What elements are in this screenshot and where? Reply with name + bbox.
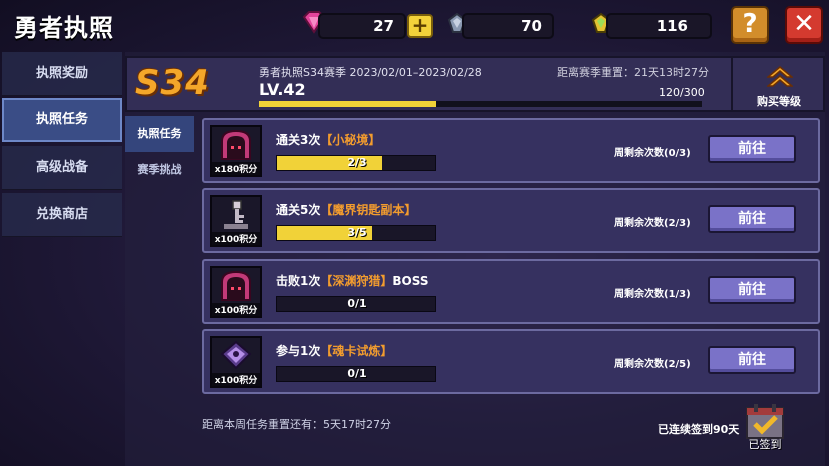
task-target: 【深渊狩猎】 [320, 274, 393, 288]
help-button[interactable]: ? [731, 6, 769, 44]
add-gems-button[interactable]: + [407, 14, 433, 38]
task-progress-bar: 3/5 [276, 225, 436, 241]
chevron-up-icon [767, 66, 793, 87]
go-button[interactable]: 前往 [708, 135, 796, 163]
task-card: x100积分 击败1次【深渊狩猎】BOSS 0/1 周剩余次数(1/3) 前往 [202, 259, 820, 324]
crystal-count: 70 [521, 17, 542, 35]
season-badge: S34 [135, 63, 210, 103]
left-nav: 执照奖励 执照任务 高级战备 兑换商店 [0, 52, 123, 466]
task-description: 通关5次【魔界钥匙副本】 [276, 201, 416, 218]
subtab-season-challenge[interactable]: 赛季挑战 [125, 152, 194, 188]
nav-item-license-rewards[interactable]: 执照奖励 [2, 52, 122, 96]
task-suffix: BOSS [392, 274, 429, 288]
crystal-counter: 70 [462, 13, 554, 39]
xp-bar [259, 101, 702, 107]
task-progress-text: 0/1 [347, 297, 367, 310]
subtab-license-tasks[interactable]: 执照任务 [125, 116, 194, 152]
weekly-remaining: 周剩余次数(2/5) [614, 359, 691, 370]
main-panel: S34 勇者执照S34赛季 2023/02/01–2023/02/28 距离赛季… [125, 52, 825, 466]
task-target: 【魂卡试炼】 [320, 344, 393, 358]
task-target: 【魔界钥匙副本】 [320, 203, 417, 217]
nav-item-advanced-prep[interactable]: 高级战备 [2, 146, 122, 190]
soul-card-icon [220, 340, 252, 370]
buy-level-label: 购买等级 [757, 95, 801, 108]
task-progress-text: 3/5 [347, 226, 367, 239]
level-label: LV.42 [259, 80, 306, 99]
close-button[interactable]: ✕ [785, 6, 823, 44]
task-icon-frame: x180积分 [210, 125, 262, 177]
top-bar: 勇者执照 27 + 70 116 ? ✕ [0, 0, 829, 52]
weekly-reset-countdown: 距离本周任务重置还有：5天17时27分 [202, 418, 391, 431]
key-icon [224, 200, 248, 229]
task-card: x100积分 参与1次【魂卡试炼】 0/1 周剩余次数(2/5) 前往 [202, 329, 820, 394]
task-progress-text: 2/3 [347, 156, 367, 169]
task-points: x100积分 [212, 232, 260, 245]
task-action: 击败1次 [276, 274, 321, 288]
go-button[interactable]: 前往 [708, 205, 796, 233]
page-title: 勇者执照 [14, 14, 114, 42]
gem-count: 27 [373, 17, 394, 35]
task-progress-bar: 2/3 [276, 155, 436, 171]
xp-text: 120/300 [659, 86, 705, 99]
xp-bar-fill [259, 101, 437, 107]
task-action: 通关3次 [276, 133, 321, 147]
task-action: 参与1次 [276, 344, 321, 358]
nav-item-exchange-shop[interactable]: 兑换商店 [2, 193, 122, 237]
go-button[interactable]: 前往 [708, 276, 796, 304]
task-icon-frame: x100积分 [210, 266, 262, 318]
task-progress-text: 0/1 [347, 367, 367, 380]
weekly-remaining: 周剩余次数(2/3) [614, 218, 691, 229]
task-card: x180积分 通关3次【小秘境】 2/3 周剩余次数(0/3) 前往 [202, 118, 820, 183]
season-countdown: 距离赛季重置：21天13时27分 [557, 66, 709, 79]
task-icon-frame: x100积分 [210, 195, 262, 247]
task-icon-frame: x100积分 [210, 336, 262, 388]
task-points: x180积分 [212, 162, 260, 175]
signin-button-label: 已签到 [748, 438, 782, 451]
monster-portal-icon [221, 129, 251, 160]
task-progress-bar: 0/1 [276, 296, 436, 312]
task-progress-bar: 0/1 [276, 366, 436, 382]
task-points: x100积分 [212, 303, 260, 316]
signin-button[interactable]: 已签到 [743, 402, 787, 454]
task-description: 通关3次【小秘境】 [276, 131, 380, 148]
buy-level-button[interactable]: 购买等级 [731, 58, 823, 110]
nav-item-license-tasks[interactable]: 执照任务 [2, 98, 122, 142]
season-name: 勇者执照S34赛季 2023/02/01–2023/02/28 [259, 66, 482, 79]
task-description: 参与1次【魂卡试炼】 [276, 342, 392, 359]
monster-portal-icon [221, 270, 251, 301]
season-header: S34 勇者执照S34赛季 2023/02/01–2023/02/28 距离赛季… [125, 56, 825, 112]
task-card: x100积分 通关5次【魔界钥匙副本】 3/5 周剩余次数(2/3) 前往 [202, 188, 820, 253]
signin-streak: 已连续签到90天 [658, 423, 740, 436]
task-description: 击败1次【深渊狩猎】BOSS [276, 272, 428, 289]
weekly-remaining: 周剩余次数(0/3) [614, 148, 691, 159]
task-target: 【小秘境】 [320, 133, 381, 147]
weekly-remaining: 周剩余次数(1/3) [614, 289, 691, 300]
task-action: 通关5次 [276, 203, 321, 217]
gold-crystal-count: 116 [656, 17, 688, 35]
task-points: x100积分 [212, 373, 260, 386]
go-button[interactable]: 前往 [708, 346, 796, 374]
gem-counter: 27 [318, 13, 406, 39]
gold-crystal-counter: 116 [606, 13, 712, 39]
